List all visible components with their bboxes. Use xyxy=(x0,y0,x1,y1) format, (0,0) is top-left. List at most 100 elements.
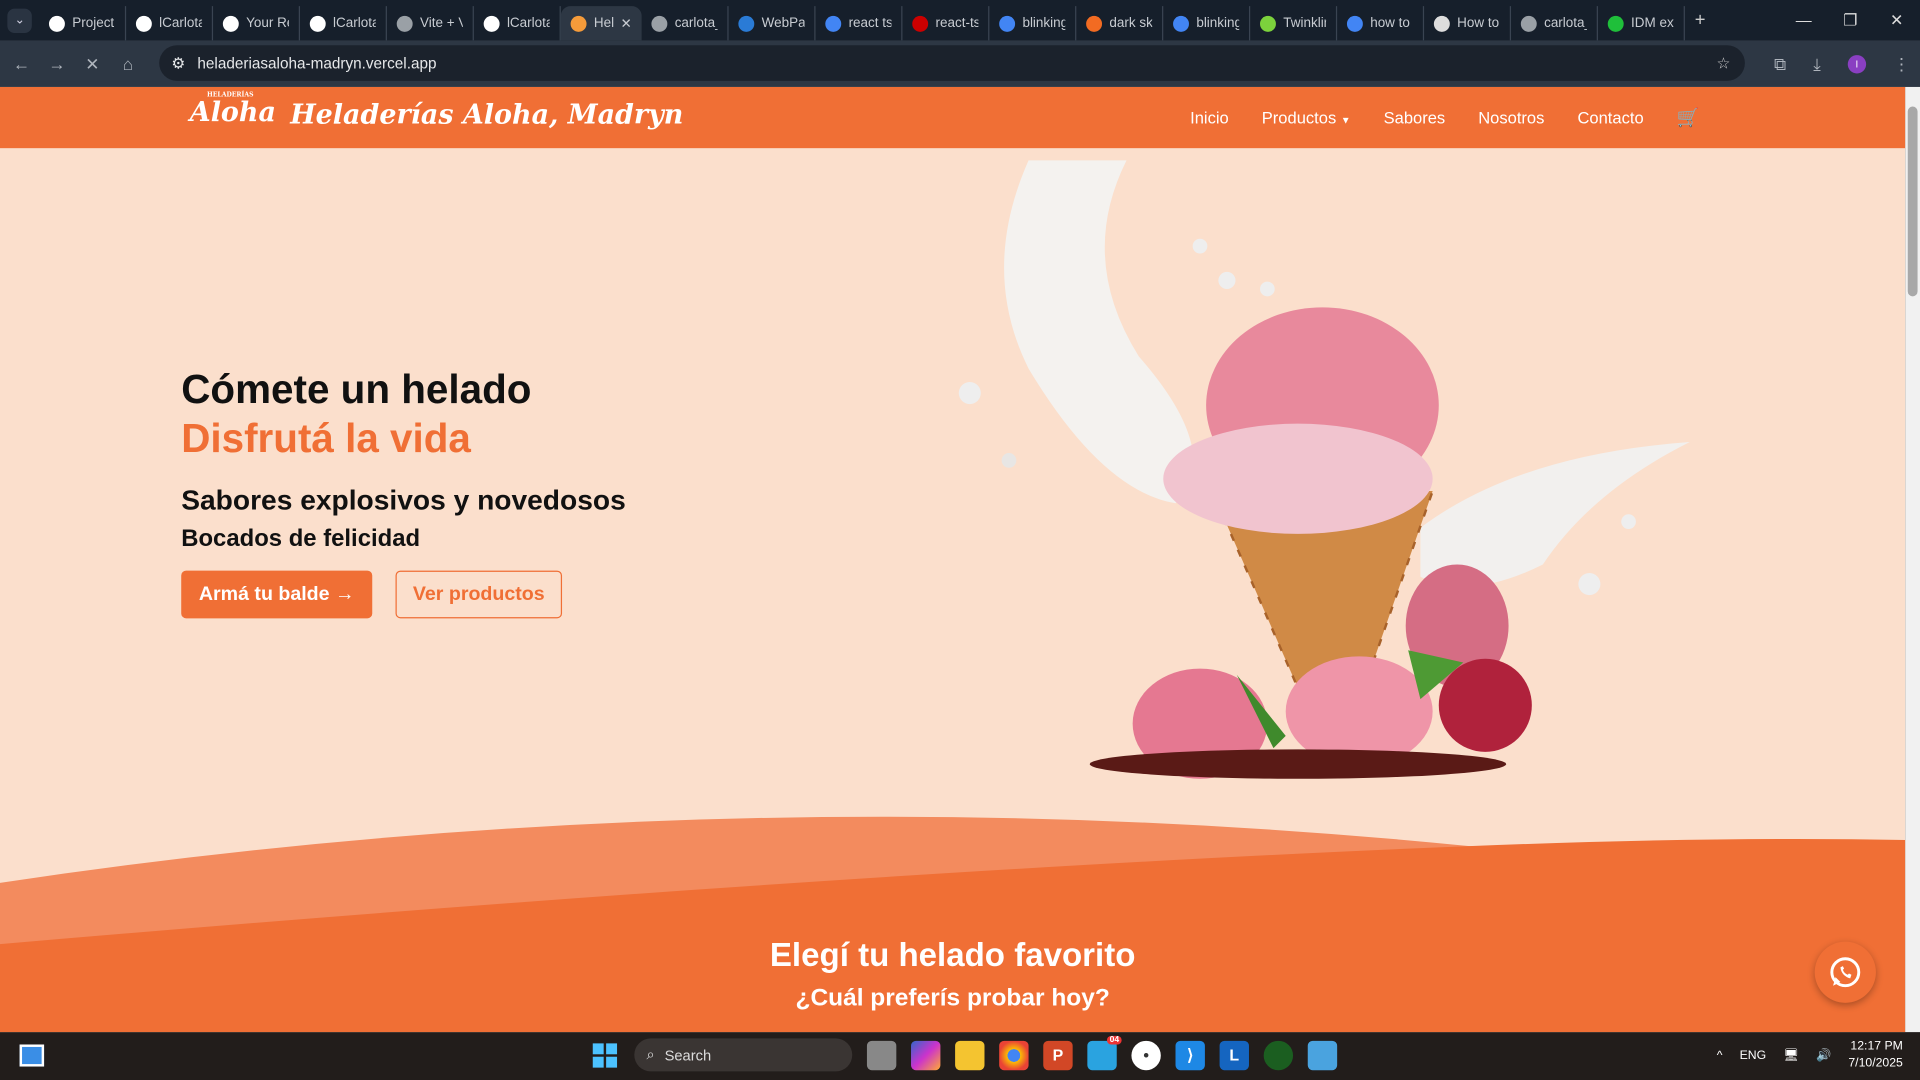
task-view-icon[interactable] xyxy=(866,1040,897,1070)
whatsapp-button[interactable] xyxy=(1814,941,1876,1003)
browser-tab[interactable]: IDM ext xyxy=(1598,6,1685,41)
tab-title: lCarlota xyxy=(159,15,203,31)
browser-tab[interactable]: blinking xyxy=(989,6,1077,41)
copilot-icon[interactable] xyxy=(911,1040,941,1070)
close-window-button[interactable]: ✕ xyxy=(1873,0,1920,40)
tray-chevron-icon[interactable]: ^ xyxy=(1717,1049,1723,1062)
taskbar-search[interactable]: ⌕ Search xyxy=(634,1038,853,1072)
section-subtitle: ¿Cuál preferís probar hoy? xyxy=(795,984,1110,1012)
forward-button[interactable]: → xyxy=(39,54,75,74)
app-icon[interactable] xyxy=(1263,1040,1294,1070)
network-icon[interactable]: 🖥 xyxy=(1783,1049,1799,1062)
back-button[interactable]: ← xyxy=(4,54,40,74)
browser-tab[interactable]: Vite + V xyxy=(387,6,474,41)
browser-tab[interactable]: react ts xyxy=(816,6,903,41)
volume-icon[interactable]: 🔊 xyxy=(1816,1049,1831,1062)
browser-menu-icon[interactable]: ⋮ xyxy=(1893,53,1910,74)
favicon-icon xyxy=(912,15,929,32)
browser-tab[interactable]: lCarlota xyxy=(126,6,214,41)
nav-contacto[interactable]: Contacto xyxy=(1577,108,1643,126)
favicon-icon xyxy=(483,15,500,32)
extensions-icon[interactable]: ⧉ xyxy=(1774,53,1786,74)
browser-tab[interactable]: Twinklin xyxy=(1250,6,1338,41)
widgets-icon[interactable] xyxy=(19,1044,45,1067)
vscode-icon[interactable]: ⟩ xyxy=(1175,1040,1205,1070)
tab-title: How to xyxy=(1457,15,1500,31)
browser-tab[interactable]: lCarlota xyxy=(474,6,561,41)
tab-title: react ts xyxy=(848,15,892,31)
browser-tab[interactable]: lCarlota xyxy=(300,6,387,41)
tab-title: lCarlota xyxy=(333,15,376,31)
site-info-icon[interactable]: ⚙ xyxy=(171,54,185,72)
tab-search-button[interactable]: ⌄ xyxy=(7,7,32,33)
bookmark-star-icon[interactable]: ☆ xyxy=(1716,54,1730,72)
nav-sabores[interactable]: Sabores xyxy=(1384,108,1446,126)
hero-subtitle: Sabores explosivos y novedosos xyxy=(181,483,626,516)
home-button[interactable]: ⌂ xyxy=(110,54,146,74)
clock[interactable]: 12:17 PM 7/10/2025 xyxy=(1848,1038,1902,1072)
nav-inicio[interactable]: Inicio xyxy=(1190,108,1229,126)
favicon-icon xyxy=(396,15,413,32)
tab-title: WebPag xyxy=(761,15,805,31)
file-explorer-icon[interactable] xyxy=(955,1040,985,1070)
browser-tab[interactable]: how to xyxy=(1337,6,1425,41)
app-icon[interactable]: • xyxy=(1131,1040,1161,1070)
browser-tab[interactable]: Hel ✕ xyxy=(560,6,642,41)
profile-avatar[interactable]: I xyxy=(1847,54,1867,73)
browser-tab[interactable]: WebPag xyxy=(729,6,816,41)
browser-tab[interactable]: carlota_ xyxy=(642,6,729,41)
powerpoint-icon[interactable]: P xyxy=(1043,1040,1073,1070)
favicon-icon xyxy=(48,15,65,32)
tab-title: how to xyxy=(1370,15,1410,31)
build-bucket-button[interactable]: Armá tu balde → xyxy=(181,570,373,619)
site-logo[interactable]: HELADERÍAS Aloha xyxy=(190,92,276,129)
tab-title: carlota_ xyxy=(674,15,718,31)
notepad-icon[interactable] xyxy=(1307,1040,1338,1070)
favicon-icon xyxy=(1433,15,1450,32)
url-text: heladeriasaloha-madryn.vercel.app xyxy=(197,54,437,72)
favicon-icon xyxy=(1346,15,1363,32)
tab-title: IDM ext xyxy=(1631,15,1674,31)
minimize-button[interactable]: — xyxy=(1780,0,1827,40)
restore-button[interactable]: ❐ xyxy=(1827,0,1874,40)
chrome-icon[interactable] xyxy=(999,1040,1029,1070)
view-products-button[interactable]: Ver productos xyxy=(395,570,563,619)
download-icon[interactable]: ⤓ xyxy=(1813,53,1821,74)
taskbar: ⌕ Search P 04 • ⟩ L ^ ENG 🖥 🔊 12:17 PM 7/1… xyxy=(0,1032,1920,1080)
browser-tab[interactable]: react-ts xyxy=(902,6,990,41)
start-button[interactable] xyxy=(590,1040,619,1069)
browser-tab[interactable]: blinking xyxy=(1163,6,1251,41)
address-bar-row: ← → ✕ ⌂ ⚙ heladeriasaloha-madryn.vercel.… xyxy=(0,40,1920,87)
language-indicator[interactable]: ENG xyxy=(1740,1049,1767,1062)
whatsapp-icon xyxy=(1830,957,1861,988)
stop-button[interactable]: ✕ xyxy=(75,53,111,74)
browser-tab[interactable]: dark sky xyxy=(1076,6,1164,41)
brand-name[interactable]: Heladerías Aloha, Madryn xyxy=(290,99,683,131)
close-tab-icon[interactable]: ✕ xyxy=(621,15,632,32)
favicon-icon xyxy=(1607,15,1624,32)
favicon-icon xyxy=(1260,15,1276,32)
new-tab-button[interactable]: + xyxy=(1695,10,1706,31)
favicon-icon xyxy=(651,15,668,32)
favicon-icon xyxy=(1086,15,1103,32)
hero-tagline: Bocados de felicidad xyxy=(181,525,421,553)
page-scrollbar[interactable] xyxy=(1905,86,1920,1033)
hero-title: Cómete un helado Disfrutá la vida xyxy=(181,366,532,461)
favicon-icon xyxy=(570,15,587,32)
cart-icon[interactable]: 🛒 xyxy=(1677,107,1700,129)
search-icon: ⌕ xyxy=(646,1045,655,1063)
browser-tab[interactable]: Your Re xyxy=(213,6,301,41)
favicon-icon xyxy=(309,15,326,32)
browser-tab[interactable]: carlota_ xyxy=(1511,6,1598,41)
app-l-icon[interactable]: L xyxy=(1219,1040,1249,1070)
telegram-icon[interactable]: 04 xyxy=(1087,1035,1122,1070)
browser-tab[interactable]: Project xyxy=(39,6,127,41)
browser-tab[interactable]: How to xyxy=(1424,6,1512,41)
ice-cream-image xyxy=(958,160,1690,779)
url-bar[interactable]: ⚙ heladeriasaloha-madryn.vercel.app ☆ xyxy=(159,45,1745,81)
nav-nosotros[interactable]: Nosotros xyxy=(1478,108,1544,126)
tab-title: blinking xyxy=(1022,15,1066,31)
tab-strip: ⌄ Project lCarlota Your Re lCarlota Vite + V… xyxy=(0,0,1920,41)
favicon-icon xyxy=(1173,15,1189,32)
nav-productos[interactable]: Productos ▼ xyxy=(1262,108,1351,126)
